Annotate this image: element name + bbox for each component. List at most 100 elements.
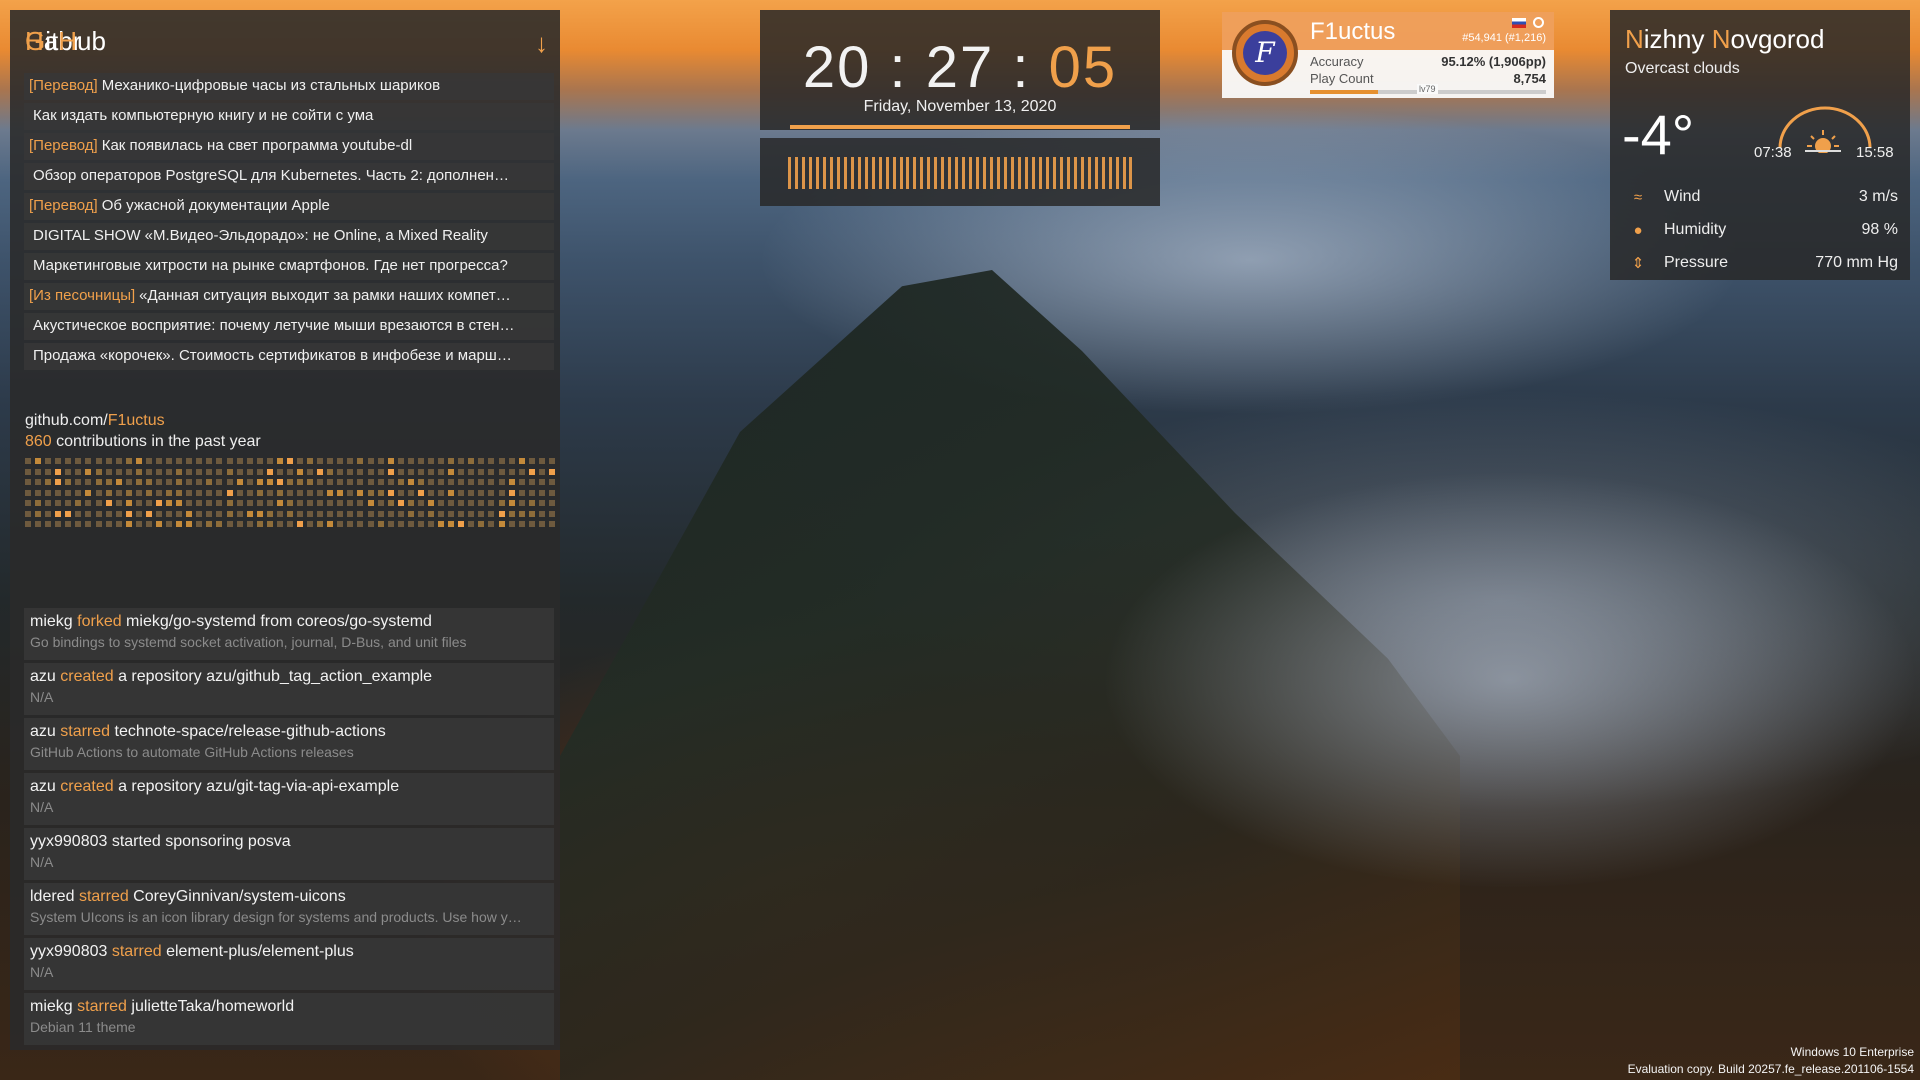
contribution-day-cell xyxy=(276,500,283,507)
contribution-day-cell xyxy=(105,468,112,475)
contribution-day-cell xyxy=(367,468,374,475)
contribution-day-cell xyxy=(85,489,92,496)
contribution-day-cell xyxy=(236,458,243,464)
visualizer-bar xyxy=(885,157,889,189)
contribution-day-cell xyxy=(95,458,102,464)
contribution-day-cell xyxy=(55,468,62,475)
weather-temperature: -4° xyxy=(1622,103,1695,166)
github-event[interactable]: ldered starred CoreyGinnivan/system-uico… xyxy=(24,883,554,935)
contribution-day-cell xyxy=(367,510,374,517)
weather-condition: Overcast clouds xyxy=(1625,60,1740,77)
contribution-day-cell xyxy=(317,479,324,486)
visualizer-bar xyxy=(969,157,973,189)
visualizer-bar xyxy=(1115,157,1119,189)
contribution-day-cell xyxy=(176,489,183,496)
feed-panel: Habr ↓ [Перевод] Механико-цифровые часы и… xyxy=(10,10,560,1050)
contribution-day-cell xyxy=(85,458,92,464)
contribution-day-cell xyxy=(448,489,455,496)
github-event[interactable]: yyx990803 started sponsoring posva N/A xyxy=(24,828,554,880)
contribution-day-cell xyxy=(75,489,82,496)
contribution-day-cell xyxy=(297,510,304,517)
contribution-day-cell xyxy=(105,458,112,464)
contribution-day-cell xyxy=(276,468,283,475)
contribution-day-cell xyxy=(135,510,142,517)
contribution-day-cell xyxy=(317,489,324,496)
contributions-summary: github.com/F1uctus 860 contributions in … xyxy=(25,410,261,452)
habr-article[interactable]: [Перевод] Как появилась на свет программа… xyxy=(24,133,554,160)
contribution-day-cell xyxy=(266,458,273,464)
github-event[interactable]: azu starred technote-space/release-githu… xyxy=(24,718,554,770)
windows-watermark: Windows 10 Enterprise Evaluation copy. B… xyxy=(1627,1045,1914,1076)
contribution-day-cell xyxy=(196,489,203,496)
contribution-day-cell xyxy=(196,521,203,528)
habr-article[interactable]: DIGITAL SHOW «М.Видео-Эльдорадо»: не Onl… xyxy=(24,223,554,250)
github-event[interactable]: miekg forked miekg/go-systemd from coreo… xyxy=(24,608,554,660)
github-event[interactable]: yyx990803 starred element-plus/element-p… xyxy=(24,938,554,990)
contribution-day-cell xyxy=(377,489,384,496)
contribution-day-cell xyxy=(417,489,424,496)
contribution-day-cell xyxy=(377,510,384,517)
contribution-day-cell xyxy=(428,479,435,486)
contribution-day-cell xyxy=(538,479,545,486)
download-arrow-icon[interactable]: ↓ xyxy=(535,28,548,59)
contribution-day-cell xyxy=(115,489,122,496)
contribution-day-cell xyxy=(95,468,102,475)
contribution-day-cell xyxy=(508,479,515,486)
contribution-day-cell xyxy=(95,489,102,496)
contribution-day-cell xyxy=(417,468,424,475)
contribution-day-cell xyxy=(166,510,173,517)
contribution-day-cell xyxy=(226,489,233,496)
contribution-day-cell xyxy=(65,468,72,475)
drop-icon: ● xyxy=(1633,221,1643,239)
contribution-day-cell xyxy=(367,479,374,486)
contribution-day-cell xyxy=(115,521,122,528)
contribution-day-cell xyxy=(266,521,273,528)
contribution-day-cell xyxy=(25,468,31,475)
habr-article[interactable]: Как издать компьютерную книгу и не сойти… xyxy=(24,103,554,130)
contribution-day-cell xyxy=(196,468,203,475)
sunrise-time: 07:38 xyxy=(1754,144,1792,161)
github-event[interactable]: azu created a repository azu/github_tag_… xyxy=(24,663,554,715)
contribution-day-cell xyxy=(397,500,404,507)
weather-wind-row: ≈ Wind 3 m/s xyxy=(1628,188,1898,206)
contribution-day-cell xyxy=(307,468,314,475)
contribution-day-cell xyxy=(518,468,525,475)
visualizer-bar xyxy=(1052,157,1056,189)
habr-article[interactable]: Маркетинговые хитрости на рынке смартфон… xyxy=(24,253,554,280)
contribution-day-cell xyxy=(85,468,92,475)
habr-article[interactable]: Продажа «корочек». Стоимость сертификато… xyxy=(24,343,554,370)
contributions-count: 860 contributions in the past year xyxy=(25,433,261,450)
contribution-day-cell xyxy=(377,458,384,464)
github-event[interactable]: azu created a repository azu/git-tag-via… xyxy=(24,773,554,825)
habr-article[interactable]: [Из песочницы] «Данная ситуация выходит з… xyxy=(24,283,554,310)
contribution-day-cell xyxy=(528,510,535,517)
status-circle-icon xyxy=(1533,17,1544,28)
contribution-day-cell xyxy=(397,521,404,528)
habr-article[interactable]: [Перевод] Механико-цифровые часы из сталь… xyxy=(24,73,554,100)
contribution-day-cell xyxy=(297,500,304,507)
contribution-day-cell xyxy=(498,468,505,475)
contribution-day-cell xyxy=(458,521,465,528)
contribution-day-cell xyxy=(538,521,545,528)
visualizer-bar xyxy=(1031,157,1035,189)
contribution-day-cell xyxy=(206,521,213,528)
habr-article[interactable]: [Перевод] Об ужасной документации Apple xyxy=(24,193,554,220)
contribution-day-cell xyxy=(95,510,102,517)
contribution-day-cell xyxy=(367,489,374,496)
contribution-day-cell xyxy=(458,468,465,475)
habr-article[interactable]: Акустическое восприятие: почему летучие … xyxy=(24,313,554,340)
github-profile-link[interactable]: github.com/F1uctus xyxy=(25,410,261,431)
visualizer-bar xyxy=(892,157,896,189)
visualizer-bar xyxy=(836,157,840,189)
contribution-day-cell xyxy=(35,521,42,528)
habr-article[interactable]: Обзор операторов PostgreSQL для Kubernet… xyxy=(24,163,554,190)
contribution-day-cell xyxy=(206,458,213,464)
contribution-day-cell xyxy=(125,489,132,496)
contribution-day-cell xyxy=(25,489,31,496)
osu-profile-card[interactable]: F F1uctus #54,941 (#1,216) Accuracy 95.12… xyxy=(1222,12,1554,98)
visualizer-bar xyxy=(857,157,861,189)
contribution-day-cell xyxy=(45,500,52,507)
contribution-day-cell xyxy=(448,510,455,517)
github-event[interactable]: miekg starred julietteTaka/homeworld Debi… xyxy=(24,993,554,1045)
contribution-day-cell xyxy=(186,489,193,496)
